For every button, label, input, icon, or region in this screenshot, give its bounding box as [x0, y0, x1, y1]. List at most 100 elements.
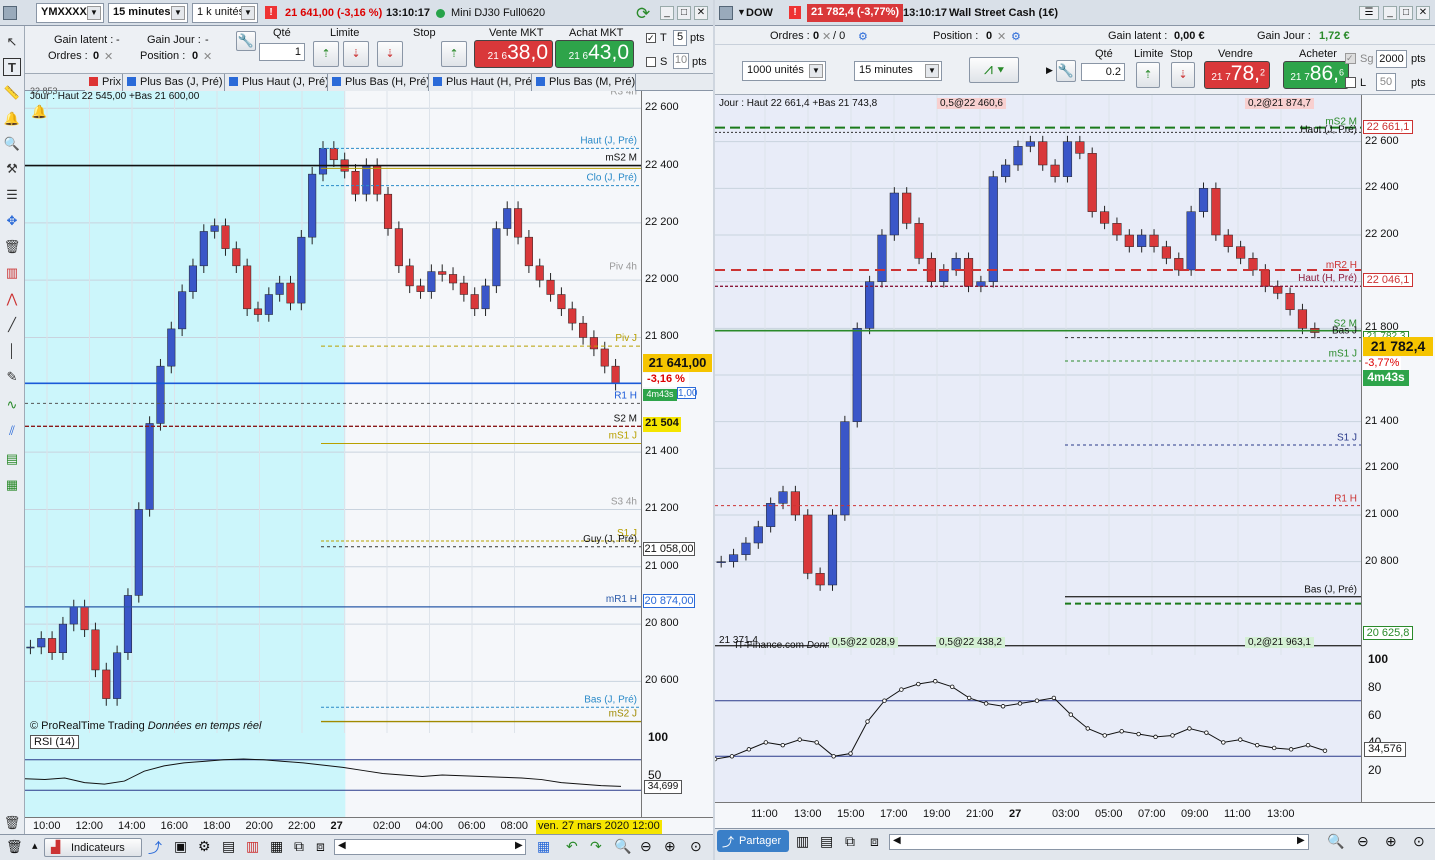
right-zoom-reset-icon[interactable]: ⊙	[1413, 833, 1425, 850]
channel-tool-icon[interactable]: ⫽	[3, 422, 21, 440]
chart-tool-icon[interactable]: ▥	[3, 264, 21, 282]
right-zoom-out-icon[interactable]: ⊖	[1357, 833, 1369, 850]
achat-mkt-button[interactable]: 21 643,0	[555, 40, 634, 68]
partager-button[interactable]: ⤴ Partager	[717, 830, 789, 852]
left-price-chart[interactable]: R3 4h Haut (J, Pré) mS2 M Clo (J, Pré) Piv 4…	[25, 91, 641, 733]
right-qty-input[interactable]: 0.2	[1081, 63, 1125, 81]
cancel-orders-icon[interactable]: ✕	[822, 30, 831, 43]
position-settings-icon[interactable]: ⚙	[1011, 30, 1021, 43]
right-timeframe-select[interactable]: 15 minutes ▼	[854, 61, 942, 81]
right-zoom-fit-icon[interactable]: 🔍	[1327, 833, 1344, 850]
tool-icon-1[interactable]: ▣	[174, 838, 187, 855]
grid-tool-icon[interactable]: ▦	[3, 476, 21, 494]
text-tool-icon[interactable]: T	[3, 58, 21, 76]
sg-input[interactable]: 2000	[1376, 50, 1407, 68]
tool-icon-3[interactable]: ▤	[222, 838, 235, 855]
move-tool-icon[interactable]: ✥	[3, 212, 21, 230]
right-minimize-button[interactable]: _	[1383, 6, 1397, 20]
sync-icon[interactable]: ⟳	[636, 4, 650, 24]
tool-icon-2[interactable]: ⚙	[198, 838, 211, 855]
right-wrench-icon[interactable]: 🔧	[1056, 60, 1076, 82]
alert-icon[interactable]: !	[789, 6, 801, 19]
right-symbol[interactable]: DOW	[746, 7, 773, 19]
tool-icon-4[interactable]: ▥	[246, 838, 259, 855]
s-points-input[interactable]: 10	[673, 53, 689, 69]
wave-tool-icon[interactable]: ∿	[3, 396, 21, 414]
limite-sell-button[interactable]: ⇣	[343, 41, 369, 67]
expand-icon[interactable]: ▴	[32, 839, 38, 852]
pen-tool-icon[interactable]: ✎	[3, 368, 21, 386]
settings-link-icon[interactable]: ⚙	[858, 30, 868, 43]
close-button[interactable]: ✕	[694, 6, 708, 20]
share-icon[interactable]: ⤴	[148, 838, 162, 858]
limite-buy-button[interactable]: ⇡	[313, 41, 339, 67]
tool-icon-7[interactable]: ⧈	[316, 838, 325, 855]
right-tool-icon-3[interactable]: ⧉	[845, 833, 855, 850]
tool-icon-6[interactable]: ⧉	[294, 838, 304, 855]
right-close-button[interactable]: ✕	[1416, 6, 1430, 20]
tab-prix[interactable]: Prix	[85, 74, 123, 91]
zoom-out-icon[interactable]: ⊖	[640, 838, 652, 855]
chart-type-button[interactable]: ⩘ ▾	[969, 57, 1019, 83]
undo-icon[interactable]: ↶	[566, 838, 578, 855]
tab-plus-bas-j[interactable]: Plus Bas (J, Pré)	[123, 74, 225, 91]
zoom-fit-icon[interactable]: 🔍	[614, 838, 631, 855]
fibonacci-tool-icon[interactable]: ⋀	[3, 290, 21, 308]
scroll-right-icon[interactable]: ▶	[515, 840, 523, 851]
timeframe-select[interactable]: 15 minutes ▼	[108, 3, 188, 23]
bars-tool-icon[interactable]: ▤	[3, 450, 21, 468]
right-units-select[interactable]: 1000 unités ▼	[742, 61, 826, 81]
close-position-icon[interactable]: ✕	[997, 30, 1006, 43]
minimize-button[interactable]: _	[660, 6, 674, 20]
right-horizontal-scrollbar[interactable]	[889, 834, 1309, 850]
delete-tool-icon[interactable]: 🗑	[3, 814, 21, 832]
indicateurs-button[interactable]: ▟ Indicateurs	[44, 838, 142, 857]
zoom-in-icon[interactable]: ⊕	[664, 838, 676, 855]
qty-input[interactable]: 1	[259, 43, 305, 61]
close-position-icon[interactable]: ✕	[203, 50, 212, 63]
sg-checkbox[interactable]: ✓	[1345, 53, 1356, 64]
alert-icon[interactable]: !	[265, 6, 277, 19]
wrench-icon[interactable]: 🔧	[236, 31, 256, 51]
hline-tool-icon[interactable]: │	[3, 342, 21, 360]
tool-icon-5[interactable]: ▦	[270, 838, 283, 855]
stop-buy-button[interactable]: ⇡	[441, 41, 467, 67]
vente-mkt-button[interactable]: 21 638,0	[474, 40, 553, 68]
right-price-chart[interactable]: mS2 MHaut (J, Pré)mR2 HHaut (H, Pré)S2 M…	[715, 95, 1361, 655]
right-rsi-chart[interactable]	[715, 655, 1361, 802]
cancel-orders-icon[interactable]: ✕	[104, 50, 113, 63]
right-maximize-button[interactable]: □	[1399, 6, 1413, 20]
right-limite-button[interactable]: ⇡	[1136, 62, 1160, 88]
left-rsi-chart[interactable]	[25, 733, 641, 817]
zoom-tool-icon[interactable]: 🔍	[3, 135, 21, 153]
right-scroll-right-icon[interactable]: ▶	[1297, 835, 1305, 846]
right-menu-button[interactable]: ☰	[1359, 6, 1379, 20]
zoom-reset-icon[interactable]: ⊙	[690, 838, 702, 855]
right-tool-icon-2[interactable]: ▤	[820, 833, 833, 850]
right-tool-icon-4[interactable]: ⧈	[870, 833, 879, 850]
right-zoom-in-icon[interactable]: ⊕	[1385, 833, 1397, 850]
stop-sell-button[interactable]: ⇣	[377, 41, 403, 67]
chevron-down-icon[interactable]: ▼	[737, 7, 746, 17]
right-vendre-button[interactable]: 21 778,2	[1204, 61, 1270, 89]
order-tag-5[interactable]: 0,2@21 963,1	[1245, 637, 1314, 648]
l-checkbox[interactable]	[1345, 77, 1356, 88]
ruler-tool-icon[interactable]: 📏	[3, 84, 21, 102]
scroll-left-icon[interactable]: ◀	[338, 840, 346, 851]
right-scroll-left-icon[interactable]: ◀	[893, 835, 901, 846]
order-tag-3[interactable]: 0,5@22 028,9	[829, 637, 898, 648]
right-tool-icon-1[interactable]: ▥	[796, 833, 809, 850]
tab-plus-haut-j[interactable]: Plus Haut (J, Pré)	[225, 74, 328, 91]
maximize-button[interactable]: □	[677, 6, 691, 20]
tab-plus-bas-h[interactable]: Plus Bas (H, Pré)	[328, 74, 429, 91]
horizontal-scrollbar[interactable]	[334, 839, 526, 855]
t-checkbox[interactable]: ✓	[646, 33, 656, 43]
right-stop-button[interactable]: ⇣	[1171, 62, 1195, 88]
units-select[interactable]: 1 k unités ▼	[192, 3, 258, 23]
redo-icon[interactable]: ↷	[590, 838, 602, 855]
trash-tool-icon[interactable]: 🗑	[3, 238, 21, 256]
line-tool-icon[interactable]: ╱	[3, 316, 21, 334]
calendar-icon[interactable]: ▦	[537, 838, 550, 855]
l-input[interactable]: 50	[1376, 73, 1396, 91]
tab-plus-bas-m[interactable]: Plus Bas (M, Pré)	[532, 74, 636, 91]
